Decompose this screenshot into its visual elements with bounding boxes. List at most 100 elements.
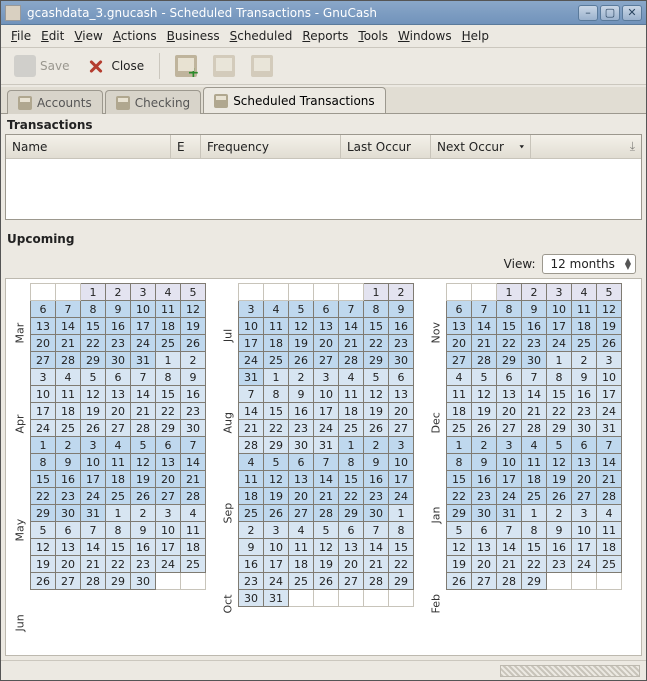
calendar-day[interactable]: 3: [264, 522, 289, 539]
calendar-day[interactable]: 22: [81, 335, 106, 352]
calendar-day[interactable]: 31: [81, 505, 106, 522]
calendar-day[interactable]: 27: [156, 488, 181, 505]
calendar-day[interactable]: 20: [339, 556, 364, 573]
calendar-day[interactable]: 13: [339, 539, 364, 556]
calendar-day[interactable]: 12: [81, 386, 106, 403]
calendar-day[interactable]: 8: [81, 301, 106, 318]
calendar-day[interactable]: 23: [106, 335, 131, 352]
calendar-day[interactable]: 5: [472, 369, 497, 386]
minimize-button[interactable]: –: [578, 5, 598, 21]
calendar-day[interactable]: 21: [497, 556, 522, 573]
col-last-occur[interactable]: Last Occur: [341, 135, 431, 158]
calendar-day[interactable]: 1: [81, 284, 106, 301]
calendar-day[interactable]: 24: [597, 403, 622, 420]
calendar-day[interactable]: 29: [547, 420, 572, 437]
calendar-day[interactable]: 25: [181, 556, 206, 573]
calendar-day[interactable]: 1: [264, 369, 289, 386]
calendar-day[interactable]: 5: [597, 284, 622, 301]
calendar-day[interactable]: 3: [31, 369, 56, 386]
calendar-day[interactable]: 24: [131, 335, 156, 352]
calendar-day[interactable]: 13: [56, 539, 81, 556]
calendar-day[interactable]: 19: [472, 403, 497, 420]
calendar-day[interactable]: 27: [497, 420, 522, 437]
calendar-day[interactable]: 24: [239, 352, 264, 369]
calendar-day[interactable]: 19: [547, 471, 572, 488]
calendar-day[interactable]: 20: [314, 335, 339, 352]
calendar-day[interactable]: 30: [522, 352, 547, 369]
calendar-day[interactable]: 5: [31, 522, 56, 539]
list-body[interactable]: [6, 159, 641, 219]
calendar-day[interactable]: 25: [572, 335, 597, 352]
calendar-day[interactable]: 6: [289, 454, 314, 471]
calendar-day[interactable]: 16: [56, 471, 81, 488]
calendar-day[interactable]: 7: [239, 386, 264, 403]
calendar-day[interactable]: 26: [81, 420, 106, 437]
calendar-day[interactable]: 4: [339, 369, 364, 386]
calendar-day[interactable]: 7: [364, 522, 389, 539]
calendar-day[interactable]: 13: [447, 318, 472, 335]
calendar-day[interactable]: 5: [131, 437, 156, 454]
calendar-day[interactable]: 15: [447, 471, 472, 488]
calendar-day[interactable]: 18: [106, 471, 131, 488]
calendar-day[interactable]: 22: [31, 488, 56, 505]
calendar-day[interactable]: 27: [289, 505, 314, 522]
calendar-day[interactable]: 6: [31, 301, 56, 318]
calendar-day[interactable]: 28: [181, 488, 206, 505]
calendar-day[interactable]: 12: [264, 471, 289, 488]
calendar-day[interactable]: 17: [572, 539, 597, 556]
calendar-day[interactable]: 9: [572, 369, 597, 386]
calendar-day[interactable]: 24: [264, 573, 289, 590]
calendar-day[interactable]: 26: [472, 420, 497, 437]
calendar-day[interactable]: 11: [597, 522, 622, 539]
calendar-day[interactable]: 10: [497, 454, 522, 471]
calendar-day[interactable]: 31: [239, 369, 264, 386]
calendar-day[interactable]: 23: [522, 335, 547, 352]
calendar-day[interactable]: 4: [106, 437, 131, 454]
calendar-day[interactable]: 7: [522, 369, 547, 386]
calendar-day[interactable]: 27: [314, 352, 339, 369]
calendar-day[interactable]: 17: [497, 471, 522, 488]
menu-scheduled[interactable]: Scheduled: [226, 27, 297, 45]
calendar-day[interactable]: 6: [106, 369, 131, 386]
calendar-day[interactable]: 2: [364, 437, 389, 454]
calendar-day[interactable]: 26: [131, 488, 156, 505]
calendar-day[interactable]: 20: [156, 471, 181, 488]
col-actions[interactable]: ⤓: [531, 135, 641, 158]
calendar-day[interactable]: 21: [339, 335, 364, 352]
calendar-day[interactable]: 16: [106, 318, 131, 335]
calendar-day[interactable]: 25: [264, 352, 289, 369]
calendar-day[interactable]: 14: [314, 471, 339, 488]
calendar-day[interactable]: 23: [389, 335, 414, 352]
calendar-day[interactable]: 29: [389, 573, 414, 590]
calendar-day[interactable]: 17: [547, 318, 572, 335]
calendar-day[interactable]: 15: [364, 318, 389, 335]
calendar-day[interactable]: 29: [447, 505, 472, 522]
calendar-day[interactable]: 20: [56, 556, 81, 573]
calendar-day[interactable]: 11: [239, 471, 264, 488]
menu-edit[interactable]: Edit: [37, 27, 68, 45]
calendar-day[interactable]: 21: [522, 403, 547, 420]
calendar-day[interactable]: 3: [131, 284, 156, 301]
calendar-day[interactable]: 12: [181, 301, 206, 318]
calendar-day[interactable]: 9: [547, 522, 572, 539]
calendar-day[interactable]: 6: [389, 369, 414, 386]
calendar-day[interactable]: 18: [289, 556, 314, 573]
calendar-day[interactable]: 3: [156, 505, 181, 522]
calendar-day[interactable]: 13: [497, 386, 522, 403]
calendar-day[interactable]: 18: [239, 488, 264, 505]
col-name[interactable]: Name: [6, 135, 171, 158]
calendar-day[interactable]: 18: [339, 403, 364, 420]
calendar-day[interactable]: 11: [181, 522, 206, 539]
calendar-day[interactable]: 30: [56, 505, 81, 522]
calendar-day[interactable]: 10: [239, 318, 264, 335]
calendar-day[interactable]: 1: [522, 505, 547, 522]
calendar-day[interactable]: 28: [131, 420, 156, 437]
menu-business[interactable]: Business: [163, 27, 224, 45]
calendar-day[interactable]: 11: [156, 301, 181, 318]
calendar-day[interactable]: 21: [181, 471, 206, 488]
calendar-day[interactable]: 14: [522, 386, 547, 403]
calendar-day[interactable]: 31: [497, 505, 522, 522]
calendar-day[interactable]: 7: [472, 301, 497, 318]
calendar-day[interactable]: 3: [497, 437, 522, 454]
calendar-day[interactable]: 13: [31, 318, 56, 335]
